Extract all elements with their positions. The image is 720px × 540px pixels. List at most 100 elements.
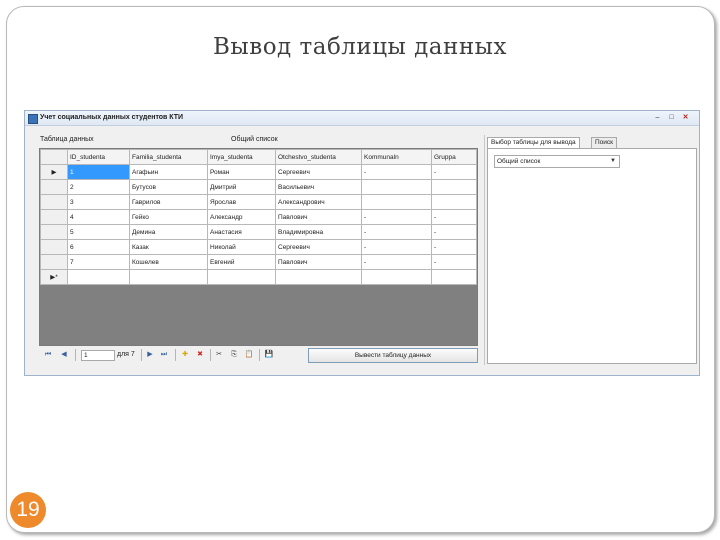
grid-cell[interactable]: Кошелев	[129, 254, 208, 270]
row-selector[interactable]: ▶	[40, 164, 68, 180]
column-header[interactable]: Imya_studenta	[207, 149, 276, 165]
grid-cell[interactable]: Дмитрий	[207, 179, 276, 195]
column-header[interactable]: Kommunaln	[361, 149, 432, 165]
row-selector[interactable]	[40, 179, 68, 195]
column-header[interactable]: Otchestvo_studenta	[275, 149, 362, 165]
table-row[interactable]: 5 Демина Анастасия Владимировна - -	[40, 224, 477, 240]
move-first-icon[interactable]: ⏮	[43, 349, 53, 361]
grid-cell[interactable]: Агафьин	[129, 164, 208, 180]
grid-cell[interactable]: 1	[67, 164, 130, 180]
list-label: Общий список	[231, 136, 278, 143]
column-header[interactable]: Gruppa	[431, 149, 477, 165]
row-selector[interactable]	[40, 254, 68, 270]
grid-cell[interactable]: Владимировна	[275, 224, 362, 240]
grid-cell[interactable]: Васильевич	[275, 179, 362, 195]
save-icon[interactable]: 💾	[264, 349, 274, 361]
grid-cell[interactable]: 7	[67, 254, 130, 270]
maximize-button[interactable]: □	[666, 113, 677, 122]
table-row[interactable]: 4 Гейко Александр Павлович - -	[40, 209, 477, 225]
grid-cell[interactable]: Казак	[129, 239, 208, 255]
grid-cell[interactable]: -	[361, 224, 432, 240]
grid-cell[interactable]: -	[431, 254, 477, 270]
move-last-icon[interactable]: ⏭	[159, 349, 169, 361]
grid-cell[interactable]: 2	[67, 179, 130, 195]
grid-cell[interactable]: Александрович	[275, 194, 362, 210]
row-selector[interactable]	[40, 209, 68, 225]
grid-cell[interactable]: Сергеевич	[275, 239, 362, 255]
move-previous-icon[interactable]: ◀	[59, 349, 69, 361]
grid-cell[interactable]	[361, 179, 432, 195]
app-window: Учет социальных данных студентов КТИ – □…	[24, 110, 700, 376]
grid-cell[interactable]: Ярослав	[207, 194, 276, 210]
grid-cell[interactable]: -	[431, 239, 477, 255]
grid-cell[interactable]: 6	[67, 239, 130, 255]
show-table-button[interactable]: Вывести таблицу данных	[308, 348, 478, 363]
grid-cell[interactable]: Павлович	[275, 209, 362, 225]
table-select-combo[interactable]: Общий список ▼	[494, 155, 620, 168]
position-input[interactable]: 1	[81, 350, 115, 361]
row-selector[interactable]	[40, 239, 68, 255]
grid-cell[interactable]: -	[361, 254, 432, 270]
grid-cell[interactable]: Александр	[207, 209, 276, 225]
grid-cell[interactable]: 3	[67, 194, 130, 210]
table-row[interactable]: 6 Казак Николай Сергеевич - -	[40, 239, 477, 255]
tab-search[interactable]: Поиск	[591, 137, 618, 148]
grid-cell[interactable]: -	[361, 209, 432, 225]
grid-cell[interactable]: -	[431, 224, 477, 240]
grid-cell[interactable]	[431, 269, 477, 285]
close-button[interactable]: ✕	[680, 113, 691, 122]
table-row[interactable]: 3 Гаврилов Ярослав Александрович	[40, 194, 477, 210]
table-row[interactable]: 2 Бутусов Дмитрий Васильевич	[40, 179, 477, 195]
grid-cell[interactable]: Евгений	[207, 254, 276, 270]
grid-cell[interactable]	[361, 194, 432, 210]
grid-cell[interactable]: -	[431, 164, 477, 180]
grid-cell[interactable]: Николай	[207, 239, 276, 255]
row-selector[interactable]: ▶*	[40, 269, 68, 285]
page-number-badge: 19	[10, 492, 46, 528]
table-row-new[interactable]: ▶*	[40, 269, 477, 285]
table-row[interactable]: ▶ 1 Агафьин Роман Сергеевич - -	[40, 164, 477, 180]
data-grid[interactable]: ID_studenta Familia_studenta Imya_studen…	[39, 148, 478, 346]
right-panel: Выбор таблицы для вывода Поиск Общий спи…	[484, 135, 697, 365]
grid-cell[interactable]: Гаврилов	[129, 194, 208, 210]
grid-cell[interactable]: 5	[67, 224, 130, 240]
grid-cell[interactable]: -	[431, 209, 477, 225]
grid-cell[interactable]	[67, 269, 130, 285]
grid-cell[interactable]: 4	[67, 209, 130, 225]
grid-cell[interactable]: Павлович	[275, 254, 362, 270]
paste-icon[interactable]: 📋	[244, 349, 254, 361]
slide-title: Вывод таблицы данных	[213, 34, 507, 60]
separator	[210, 349, 211, 361]
grid-cell[interactable]	[275, 269, 362, 285]
grid-cell[interactable]: Бутусов	[129, 179, 208, 195]
grid-cell[interactable]	[431, 179, 477, 195]
move-next-icon[interactable]: ▶	[145, 349, 155, 361]
chevron-down-icon[interactable]: ▼	[608, 156, 618, 167]
separator	[175, 349, 176, 361]
row-selector[interactable]	[40, 224, 68, 240]
grid-cell[interactable]: Демина	[129, 224, 208, 240]
grid-cell[interactable]	[361, 269, 432, 285]
grid-cell[interactable]	[207, 269, 276, 285]
grid-cell[interactable]	[129, 269, 208, 285]
delete-icon[interactable]: ✖	[195, 349, 205, 361]
cut-icon[interactable]: ✂	[214, 349, 224, 361]
grid-cell[interactable]	[431, 194, 477, 210]
add-new-icon[interactable]: ✚	[180, 349, 190, 361]
table-row[interactable]: 7 Кошелев Евгений Павлович - -	[40, 254, 477, 270]
grid-cell[interactable]: Анастасия	[207, 224, 276, 240]
grid-cell[interactable]: Гейко	[129, 209, 208, 225]
app-icon	[28, 114, 38, 124]
tab-select-table[interactable]: Выбор таблицы для вывода	[487, 137, 580, 148]
grid-cell[interactable]: Сергеевич	[275, 164, 362, 180]
column-header[interactable]: ID_studenta	[67, 149, 130, 165]
title-bar: Учет социальных данных студентов КТИ – □…	[25, 111, 699, 126]
grid-cell[interactable]: -	[361, 239, 432, 255]
grid-cell[interactable]: -	[361, 164, 432, 180]
copy-icon[interactable]: ⎘	[229, 349, 239, 361]
grid-cell[interactable]: Роман	[207, 164, 276, 180]
column-header[interactable]: Familia_studenta	[129, 149, 208, 165]
row-selector[interactable]	[40, 194, 68, 210]
grid-corner	[40, 149, 68, 165]
minimize-button[interactable]: –	[652, 113, 663, 122]
